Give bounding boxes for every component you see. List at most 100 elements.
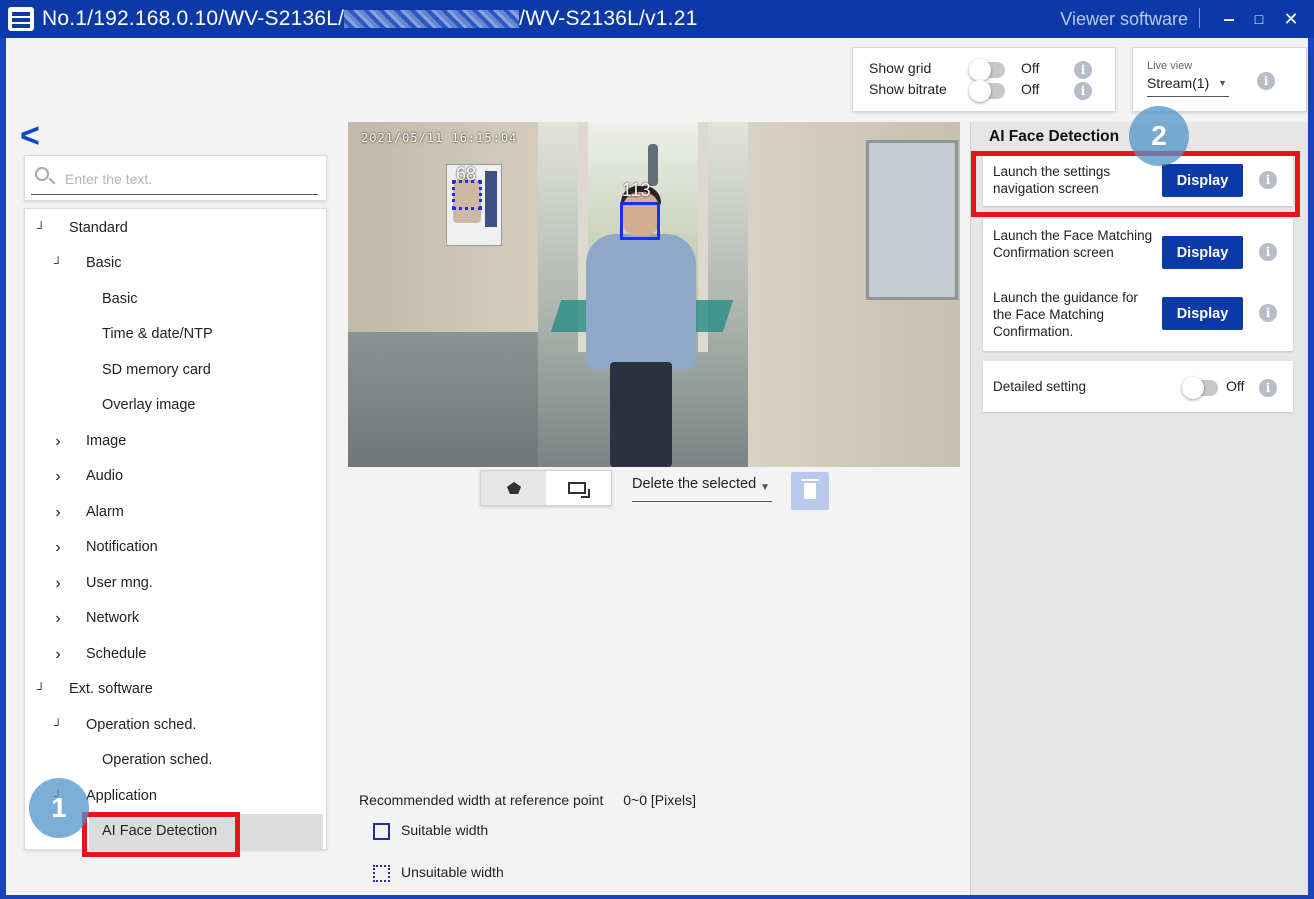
polygon-mode-button[interactable] <box>481 471 546 505</box>
search-icon <box>35 167 49 181</box>
show-bitrate-toggle[interactable] <box>969 80 1005 102</box>
display-guide-button[interactable]: Display <box>1162 297 1243 330</box>
launch-guide-info-icon[interactable]: i <box>1259 304 1277 322</box>
menu-item-schedule[interactable]: › Schedule <box>25 637 326 672</box>
stream-select-value: Stream(1) <box>1147 75 1210 91</box>
title-bar: No.1/192.168.0.10/WV-S2136L/ /WV-S2136L/v… <box>0 0 1314 38</box>
detailed-setting-toggle[interactable] <box>1182 377 1218 399</box>
redacted-area <box>344 10 520 29</box>
menu-item-label: Application <box>86 788 157 804</box>
menu-item-alarm[interactable]: › Alarm <box>25 495 326 530</box>
draw-mode-toggle <box>480 470 612 506</box>
legend-unsuitable-label: Unsuitable width <box>401 864 504 880</box>
live-view-info-icon[interactable]: i <box>1257 72 1275 90</box>
expand-arrow-icon: › <box>55 433 61 450</box>
scene-floor-left <box>348 332 538 467</box>
panel-scrollbar[interactable] <box>1300 126 1306 886</box>
menu-item-label: Standard <box>69 220 128 236</box>
menu-item-basic-group[interactable]: ┘ Basic <box>25 246 326 281</box>
trash-icon <box>801 479 819 499</box>
menu-item-label: Network <box>86 610 140 626</box>
stream-select[interactable]: Stream(1) ▼ <box>1147 75 1229 97</box>
search-underline <box>31 194 318 195</box>
menu-item-ext-software[interactable]: ┘ Ext. software <box>25 672 326 707</box>
unsuitable-swatch-icon <box>373 865 390 882</box>
menu-item-basic[interactable]: Basic <box>25 282 326 317</box>
expand-arrow-icon: › <box>55 539 61 556</box>
scene-person-body <box>586 234 696 369</box>
menu-item-label: Basic <box>86 255 122 271</box>
expand-arrow-icon: › <box>55 646 61 663</box>
menu-item-operation-sched[interactable]: Operation sched. <box>25 743 326 778</box>
show-grid-toggle[interactable] <box>969 59 1005 81</box>
delete-select-dropdown[interactable]: Delete the selected ▼ <box>632 476 772 502</box>
menu-item-operation-sched-group[interactable]: ┘ Operation sched. <box>25 708 326 743</box>
menu-item-label: Basic <box>102 291 138 307</box>
show-grid-info-icon[interactable]: i <box>1074 61 1092 79</box>
recommended-width: Recommended width at reference point 0~0… <box>359 792 696 808</box>
launch-guide-text: Launch the guidance for the Face Matchin… <box>993 290 1138 339</box>
face-box-suitable <box>620 202 660 240</box>
show-grid-state: Off <box>1021 60 1040 76</box>
menu-item-notification[interactable]: › Notification <box>25 530 326 565</box>
delete-select-value: Delete the selected <box>632 476 757 492</box>
detailed-setting-info-icon[interactable]: i <box>1259 379 1277 397</box>
menu-item-label: Notification <box>86 539 158 555</box>
detailed-setting-state: Off <box>1226 378 1245 394</box>
camera-timestamp: 2021/05/11 16:15:04 <box>361 131 518 145</box>
recommended-width-value: 0~0 [Pixels] <box>623 792 697 808</box>
menu-item-audio[interactable]: › Audio <box>25 459 326 494</box>
expand-arrow-icon: › <box>55 610 61 627</box>
detailed-setting-card: Detailed setting Off i <box>983 361 1293 412</box>
highlight-launch-nav <box>971 151 1300 217</box>
collapse-arrow-icon: ┘ <box>53 718 63 732</box>
menu-item-standard[interactable]: ┘ Standard <box>25 211 326 246</box>
back-arrow-icon[interactable]: < <box>20 119 50 153</box>
expand-arrow-icon: › <box>55 468 61 485</box>
suitable-swatch-icon <box>373 823 390 840</box>
display-options-card: Show grid Off i Show bitrate Off i <box>852 47 1116 112</box>
menu-item-overlay-image[interactable]: Overlay image <box>25 388 326 423</box>
menu-item-label: Schedule <box>86 646 147 662</box>
app-logo-icon <box>8 7 34 31</box>
launch-match-text: Launch the Face Matching Confirmation sc… <box>993 228 1153 260</box>
collapse-arrow-icon: ┘ <box>53 256 63 270</box>
face-matching-card: Launch the Face Matching Confirmation sc… <box>983 219 1293 351</box>
menu-item-sd-card[interactable]: SD memory card <box>25 353 326 388</box>
window-title-suffix: /WV-S2136L/v1.21 <box>519 7 698 30</box>
delete-button[interactable] <box>791 472 829 510</box>
step-2-badge: 2 <box>1129 106 1189 166</box>
maximize-button[interactable]: □ <box>1246 6 1272 32</box>
menu-item-label: SD memory card <box>102 362 211 378</box>
search-input[interactable] <box>65 171 315 187</box>
collapse-arrow-icon: ┘ <box>36 221 46 235</box>
show-bitrate-info-icon[interactable]: i <box>1074 82 1092 100</box>
polygon-icon <box>507 482 521 494</box>
expand-arrow-icon: › <box>55 575 61 592</box>
rectangle-mode-button[interactable] <box>546 471 611 505</box>
menu-item-label: User mng. <box>86 575 153 591</box>
menu-item-user-mng[interactable]: › User mng. <box>25 566 326 601</box>
product-name: Viewer software <box>1060 9 1188 29</box>
menu-item-label: Overlay image <box>102 397 196 413</box>
display-match-button[interactable]: Display <box>1162 236 1243 269</box>
menu-item-image[interactable]: › Image <box>25 424 326 459</box>
live-view-card: Live view Stream(1) ▼ i <box>1132 47 1307 112</box>
menu-item-network[interactable]: › Network <box>25 601 326 636</box>
viewer-window: No.1/192.168.0.10/WV-S2136L/ /WV-S2136L/v… <box>0 0 1314 899</box>
show-grid-label: Show grid <box>869 60 932 76</box>
launch-match-info-icon[interactable]: i <box>1259 243 1277 261</box>
minimize-button[interactable]: ‒ <box>1216 6 1242 32</box>
menu-item-label: Operation sched. <box>102 752 213 768</box>
menu-item-label: Time & date/NTP <box>102 326 213 342</box>
menu-item-label: Audio <box>86 468 124 484</box>
menu-item-label: Ext. software <box>69 681 153 697</box>
step-1-badge: 1 <box>29 778 89 838</box>
close-button[interactable]: ✕ <box>1278 6 1304 32</box>
settings-panel: AI Face Detection Launch the settings na… <box>970 122 1308 895</box>
collapse-arrow-icon: ┘ <box>36 682 46 696</box>
camera-live-view[interactable]: 2021/05/11 16:15:04 68 113 <box>348 122 960 467</box>
face-box-unsuitable <box>452 180 482 210</box>
menu-item-time-date[interactable]: Time & date/NTP <box>25 317 326 352</box>
menu-item-label: Image <box>86 433 127 449</box>
